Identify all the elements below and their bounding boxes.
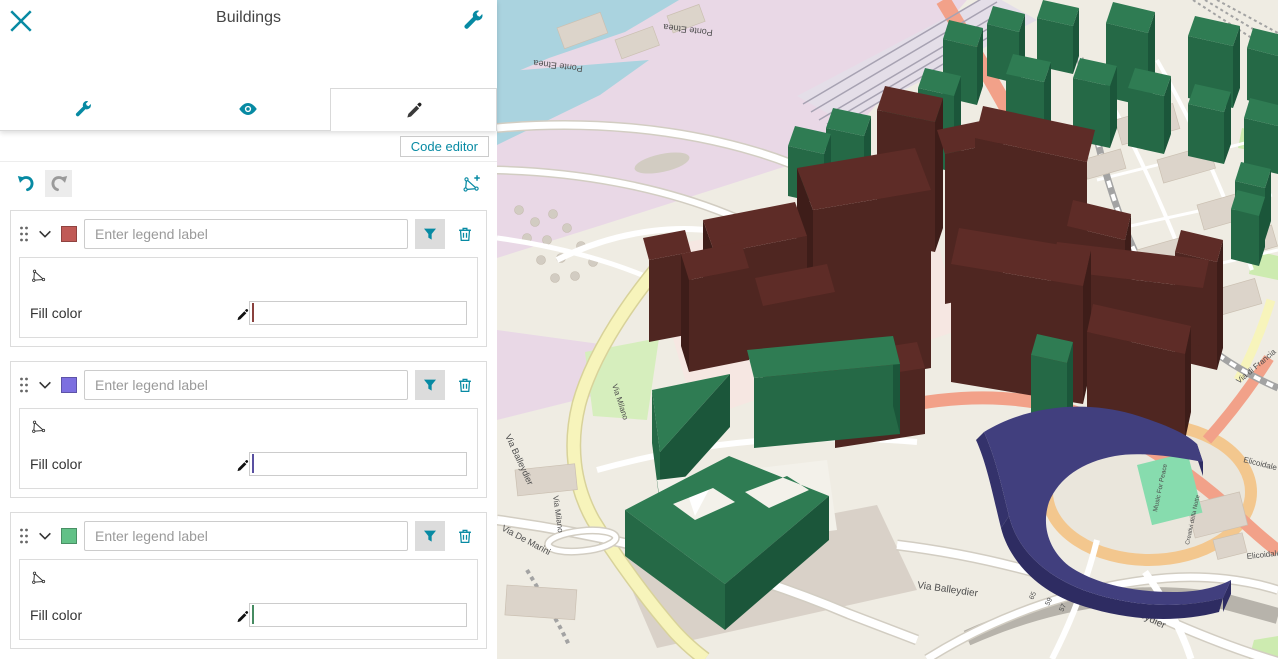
filter-funnel-icon — [422, 377, 438, 393]
style-rule-card: Fill color — [10, 512, 487, 649]
fill-color-picker[interactable] — [249, 603, 467, 627]
eyedropper-icon — [235, 458, 250, 473]
rules-toolbar — [0, 162, 497, 203]
rule-color-swatch[interactable] — [61, 226, 77, 242]
polygon-symbolizer-icon — [30, 266, 48, 284]
delete-rule-button[interactable] — [452, 371, 478, 399]
eye-icon — [237, 98, 259, 120]
style-rules-list: Fill color — [0, 203, 497, 659]
delete-rule-button[interactable] — [452, 522, 478, 550]
base-map: Ponte EtneaPonte EtneaVia di FranciaElic… — [497, 0, 1278, 659]
undo-arrow-icon — [16, 174, 36, 194]
symbolizer-panel: Fill color — [19, 408, 478, 489]
fill-color-picker[interactable] — [249, 452, 467, 476]
panel-header-block: Buildings — [0, 0, 497, 131]
delete-rule-button[interactable] — [452, 220, 478, 248]
rule-filter-button[interactable] — [415, 521, 445, 551]
undo-button[interactable] — [12, 170, 39, 197]
style-rule-card: Fill color — [10, 210, 487, 347]
add-rule-button[interactable] — [459, 171, 485, 197]
filter-funnel-icon — [422, 528, 438, 544]
collapse-rule-button[interactable] — [36, 225, 54, 243]
wrench-icon — [461, 8, 485, 32]
drag-handle[interactable] — [19, 376, 29, 394]
fill-color-label: Fill color — [30, 607, 82, 623]
eyedropper-icon — [404, 100, 424, 120]
fill-color-bar[interactable] — [252, 303, 254, 322]
app-root: Buildings — [0, 0, 1278, 659]
polygon-symbolizer-icon — [30, 417, 48, 435]
style-rule-card: Fill color — [10, 361, 487, 498]
trash-icon — [456, 526, 474, 546]
rule-color-swatch[interactable] — [61, 377, 77, 393]
collapse-rule-button[interactable] — [36, 376, 54, 394]
rule-color-swatch[interactable] — [61, 528, 77, 544]
tab-style-editor[interactable] — [330, 88, 497, 131]
tab-display[interactable] — [165, 88, 330, 130]
redo-button[interactable] — [45, 170, 72, 197]
grip-dots-icon — [19, 376, 29, 394]
fill-color-bar[interactable] — [252, 605, 254, 624]
chevron-down-icon — [37, 377, 53, 393]
drag-handle[interactable] — [19, 225, 29, 243]
polygon-symbolizer-icon — [30, 568, 48, 586]
symbolizer-panel: Fill color — [19, 559, 478, 640]
grip-dots-icon — [19, 527, 29, 545]
rule-filter-button[interactable] — [415, 370, 445, 400]
chevron-down-icon — [37, 226, 53, 242]
layer-settings-button[interactable] — [459, 6, 487, 34]
drag-handle[interactable] — [19, 527, 29, 545]
polygon-plus-icon — [461, 173, 483, 195]
trash-icon — [456, 375, 474, 395]
fill-color-label: Fill color — [30, 305, 82, 321]
redo-arrow-icon — [49, 174, 69, 194]
layer-style-panel: Buildings — [0, 0, 497, 659]
code-editor-toggle-button[interactable]: Code editor — [400, 136, 489, 157]
rule-filter-button[interactable] — [415, 219, 445, 249]
wrench-icon — [73, 99, 93, 119]
chevron-down-icon — [37, 528, 53, 544]
fill-color-picker[interactable] — [249, 301, 467, 325]
fill-color-bar[interactable] — [252, 454, 254, 473]
legend-label-input[interactable] — [84, 521, 408, 551]
trash-icon — [456, 224, 474, 244]
collapse-rule-button[interactable] — [36, 527, 54, 545]
fill-color-label: Fill color — [30, 456, 82, 472]
map-3d-viewport[interactable]: Ponte EtneaPonte EtneaVia di FranciaElic… — [497, 0, 1278, 659]
symbolizer-panel: Fill color — [19, 257, 478, 338]
legend-label-input[interactable] — [84, 219, 408, 249]
panel-title: Buildings — [0, 9, 497, 27]
tab-general-settings[interactable] — [0, 88, 165, 130]
filter-funnel-icon — [422, 226, 438, 242]
style-editor-toolbar: Code editor — [0, 131, 497, 162]
eyedropper-icon — [235, 609, 250, 624]
style-panel-tabs — [0, 88, 497, 131]
eyedropper-icon — [235, 307, 250, 322]
legend-label-input[interactable] — [84, 370, 408, 400]
grip-dots-icon — [19, 225, 29, 243]
